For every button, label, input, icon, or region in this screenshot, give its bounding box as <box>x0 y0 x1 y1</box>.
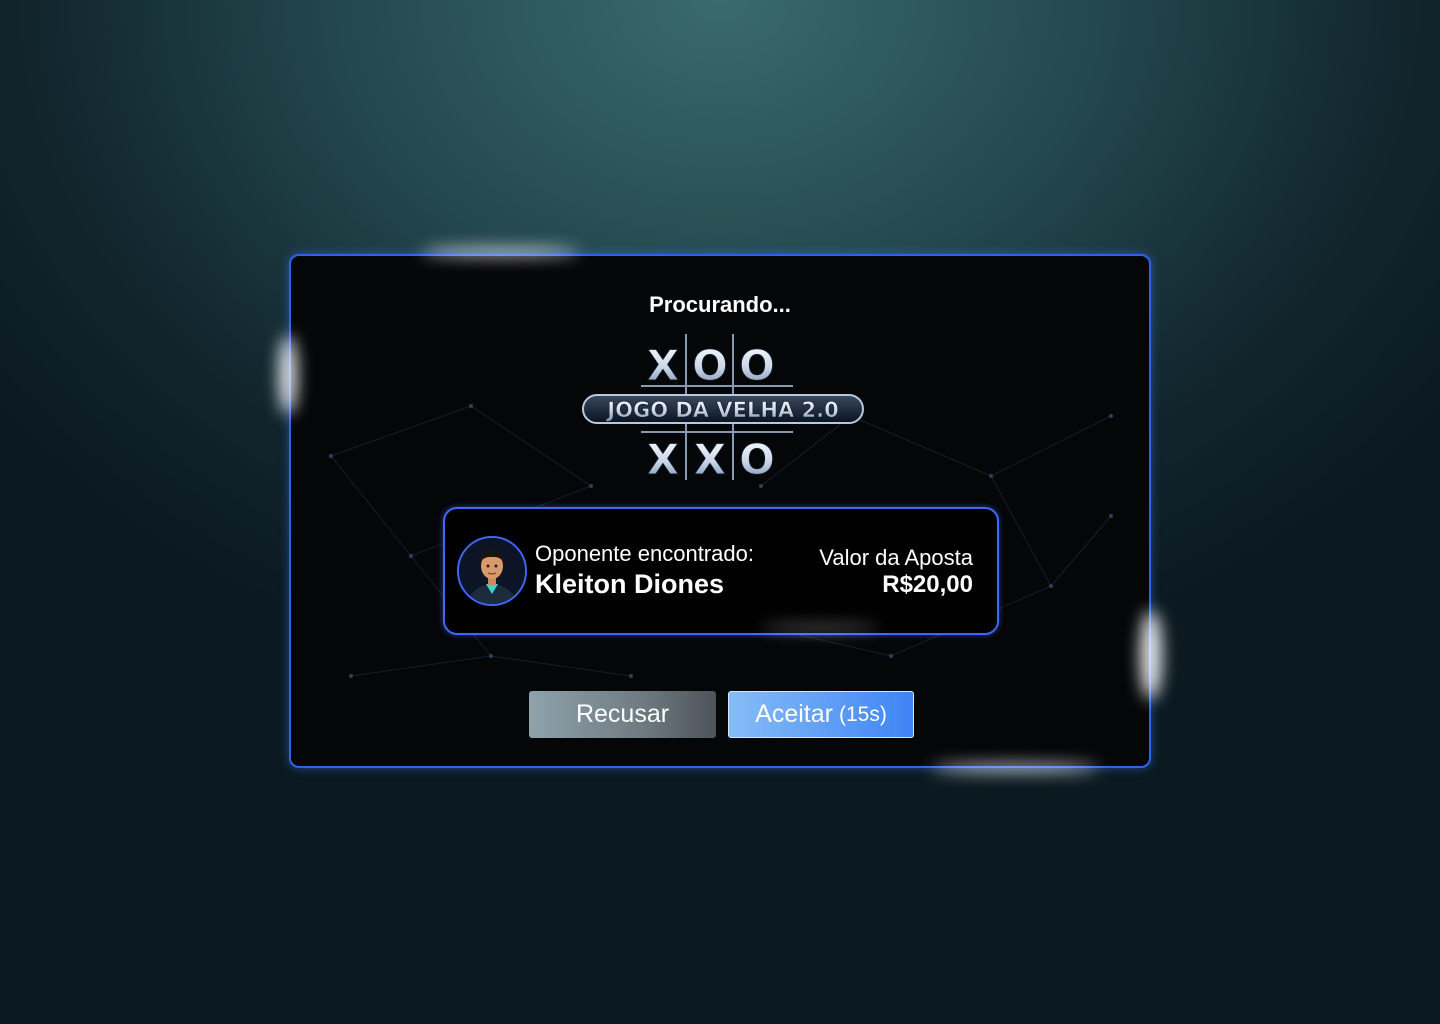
accept-button-label: Aceitar <box>755 700 833 728</box>
decline-button[interactable]: Recusar <box>529 691 716 738</box>
opponent-card: Oponente encontrado: Kleiton Diones Valo… <box>443 507 999 635</box>
logo-cell-bottom-3: O <box>739 435 775 480</box>
logo-cell-bottom-2: X <box>694 435 726 480</box>
logo-cell-top-2: O <box>692 341 728 390</box>
matchmaking-dialog: Procurando... X O O X X O JOGO DA VELHA … <box>289 254 1151 768</box>
bet-label: Valor da Aposta <box>819 545 973 570</box>
logo-cell-top-3: O <box>739 341 775 390</box>
searching-title: Procurando... <box>649 292 791 317</box>
person-avatar-icon <box>457 536 527 606</box>
game-logo: X O O X X O JOGO DA VELHA 2.0 <box>582 334 864 480</box>
bet-value: R$20,00 <box>882 571 973 598</box>
accept-button[interactable]: Aceitar (15s) <box>728 691 914 738</box>
accept-countdown: (15s) <box>838 702 887 726</box>
logo-cell-top-1: X <box>647 341 679 390</box>
decline-button-label: Recusar <box>575 700 670 728</box>
edge-glow <box>279 335 297 415</box>
logo-cell-bottom-1: X <box>647 435 679 480</box>
logo-banner-text: JOGO DA VELHA 2.0 <box>605 398 838 422</box>
opponent-found-label: Oponente encontrado: <box>535 541 754 566</box>
edge-glow <box>930 764 1100 772</box>
edge-glow <box>760 625 880 631</box>
edge-glow <box>420 248 580 256</box>
edge-glow <box>1140 610 1162 700</box>
opponent-name: Kleiton Diones <box>535 569 725 599</box>
